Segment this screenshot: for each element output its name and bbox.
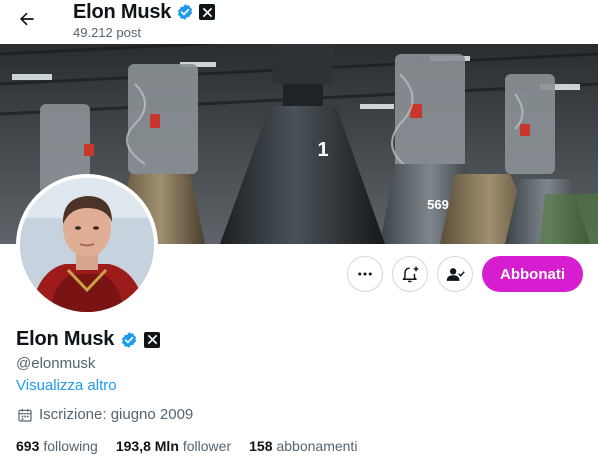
join-date-text: Iscrizione: giugno 2009 <box>39 406 194 423</box>
stat-followers[interactable]: 193,8 Mln follower <box>116 438 231 454</box>
header-name: Elon Musk <box>73 0 172 23</box>
stat-followers-value: 193,8 Mln <box>115 438 179 454</box>
profile-handle: @elonmusk <box>16 355 96 372</box>
notifications-button[interactable] <box>392 256 428 292</box>
stat-following[interactable]: 693 following <box>16 438 98 454</box>
engine-number-1: 1 <box>317 139 328 161</box>
following-button[interactable] <box>437 256 473 292</box>
profile-name-row: Elon Musk <box>16 328 161 351</box>
profile-name: Elon Musk <box>16 328 115 350</box>
top-header: Elon Musk 49.212 post <box>0 0 598 44</box>
stat-following-label: following <box>43 438 98 454</box>
calendar-icon <box>18 408 32 422</box>
x-affiliate-icon <box>199 4 216 20</box>
bell-plus-icon <box>402 266 418 282</box>
avatar-image <box>20 178 154 312</box>
engine-number-569: 569 <box>427 197 449 212</box>
profile-actions: Abbonati <box>347 256 583 292</box>
verified-badge-icon[interactable] <box>120 331 138 349</box>
header-title-row: Elon Musk <box>73 0 216 24</box>
stat-subscriptions-value: 158 <box>249 438 273 454</box>
subscribe-button[interactable]: Abbonati <box>482 256 583 292</box>
more-button[interactable] <box>347 256 383 292</box>
see-more-link[interactable]: Visualizza altro <box>16 377 117 394</box>
x-affiliate-icon[interactable] <box>144 331 161 348</box>
join-date: Iscrizione: giugno 2009 <box>17 406 193 423</box>
profile-stats: 693 following 193,8 Mln follower 158 abb… <box>16 438 357 454</box>
stat-following-value: 693 <box>16 438 40 454</box>
arrow-left-icon <box>20 12 34 26</box>
stat-subscriptions[interactable]: 158 abbonamenti <box>249 438 357 454</box>
more-horizontal-icon <box>358 272 372 276</box>
stat-subscriptions-label: abbonamenti <box>276 438 358 454</box>
avatar[interactable] <box>16 174 158 316</box>
verified-badge-icon <box>178 4 193 20</box>
post-count: 49.212 post <box>73 25 141 40</box>
user-check-icon <box>446 267 465 281</box>
stat-followers-label: follower <box>182 438 232 454</box>
back-button[interactable] <box>12 4 42 34</box>
